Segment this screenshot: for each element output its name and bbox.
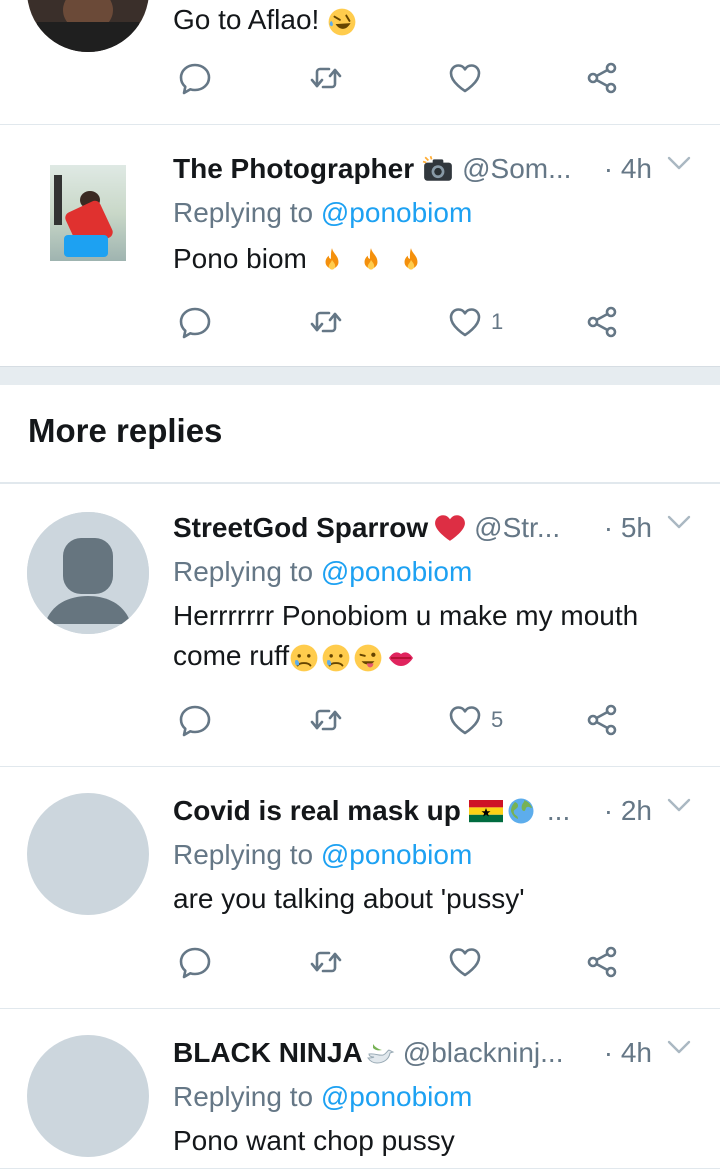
retweet-button[interactable] [308,56,344,100]
share-icon [584,304,620,340]
tweet-text: Pono want chop pussy [173,1125,455,1156]
replying-to: Replying to @ponobiom [173,839,473,870]
reply-icon [177,304,213,340]
like-icon [447,702,483,738]
reply-icon [177,60,213,96]
display-name[interactable]: The Photographer [173,153,414,185]
share-button[interactable] [584,940,620,984]
like-icon [447,944,483,980]
mention-link[interactable]: @ponobiom [321,839,472,870]
share-button[interactable] [584,300,620,344]
avatar[interactable] [27,793,149,915]
chevron-down-icon[interactable] [666,795,692,815]
like-count: 1 [491,309,504,334]
chevron-down-icon[interactable] [666,1037,692,1057]
dove-emoji [365,1040,395,1066]
handle[interactable]: @Str... [474,512,560,544]
like-icon [447,60,483,96]
tweet-header: The Photographer @Som... · 4h [173,147,694,191]
display-name[interactable]: StreetGod Sparrow [173,512,428,544]
display-name[interactable]: Covid is real mask up [173,795,461,827]
tweet-actions [173,940,633,984]
like-button[interactable] [447,940,483,984]
chevron-down-icon[interactable] [666,153,692,173]
reply-button[interactable] [177,300,213,344]
person-icon [27,512,149,634]
avatar[interactable] [27,1035,149,1157]
reply-button[interactable] [177,56,213,100]
tweet-text: are you talking about 'pussy' [173,883,525,914]
tweet-header: Covid is real mask up ... · 2h [173,789,694,833]
replying-to: Replying to @ponobiom [173,556,473,587]
tweet-header: BLACK NINJA @blackninj... · 4h [173,1031,694,1075]
tweet-item[interactable]: BLACK NINJA @blackninj... · 4h Replying … [0,1009,720,1169]
camera-flash-emoji [422,155,454,183]
retweet-icon [308,60,344,96]
avatar[interactable] [50,165,126,261]
mention-link[interactable]: @ponobiom [321,1081,472,1112]
reply-button[interactable] [177,698,213,742]
handle[interactable]: @blackninj... [403,1037,564,1069]
handle[interactable]: @Som... [462,153,571,185]
tweet-text: Go to Aflao! [173,0,694,40]
reply-button[interactable] [177,940,213,984]
kiss-lips-emoji [387,649,415,667]
tweet-item[interactable]: StreetGod Sparrow @Str... · 5h Replying … [0,484,720,767]
section-divider [0,366,720,385]
share-icon [584,702,620,738]
rofl-emoji [327,7,357,37]
chevron-down-icon[interactable] [666,512,692,532]
handle[interactable]: ... [547,795,570,827]
retweet-button[interactable] [308,940,344,984]
share-button[interactable] [584,56,620,100]
timestamp: · 5h [603,512,652,543]
like-icon [447,304,483,340]
fire-emoji [319,247,345,275]
like-count: 5 [491,707,504,732]
retweet-icon [308,702,344,738]
mention-link[interactable]: @ponobiom [321,556,472,587]
tweet-actions: 5 [173,698,633,742]
retweet-icon [308,304,344,340]
red-heart-emoji [434,514,466,542]
timestamp: · 2h [603,795,652,826]
default-avatar[interactable] [27,512,149,634]
timestamp: · 4h [603,153,652,184]
fire-emoji [358,247,384,275]
tweet-header: StreetGod Sparrow @Str... · 5h [173,506,694,550]
globe-emoji [507,797,535,825]
display-name[interactable]: BLACK NINJA [173,1037,363,1069]
tweet-text: Pono biom [173,239,694,279]
replying-to: Replying to @ponobiom [173,1081,473,1112]
share-icon [584,60,620,96]
like-button[interactable] [447,56,483,100]
tweet-actions [173,56,633,100]
fire-emoji [398,247,424,275]
reply-icon [177,944,213,980]
share-button[interactable] [584,698,620,742]
share-icon [584,944,620,980]
retweet-icon [308,944,344,980]
like-button[interactable]: 1 [447,300,503,344]
section-title: More replies [28,412,223,449]
timestamp: · 4h [603,1037,652,1068]
tweet-item[interactable]: Go to Aflao! [0,0,720,125]
sad-face-emoji [321,643,351,673]
tweet-actions: 1 [173,300,633,344]
tweet-item[interactable]: The Photographer @Som... · 4h Replying t… [0,125,720,367]
like-button[interactable]: 5 [447,698,503,742]
ghana-flag-emoji [469,799,503,823]
sad-face-emoji [289,643,319,673]
mention-link[interactable]: @ponobiom [321,197,472,228]
tweet-text: Herrrrrrr Ponobiom u make my mouth come … [173,600,639,673]
retweet-button[interactable] [308,698,344,742]
reply-icon [177,702,213,738]
winking-tongue-emoji [353,643,383,673]
avatar[interactable] [27,0,149,52]
tweet-item[interactable]: Covid is real mask up ... · 2h Replying … [0,767,720,1009]
replying-to: Replying to @ponobiom [173,197,473,228]
retweet-button[interactable] [308,300,344,344]
